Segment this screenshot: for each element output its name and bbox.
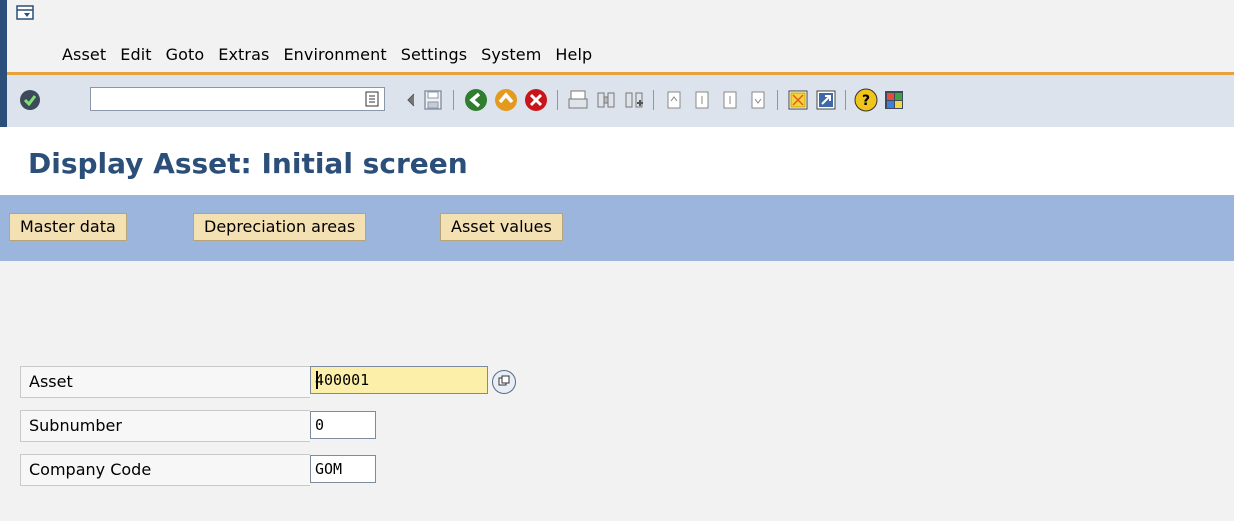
- subnumber-value: 0: [315, 416, 325, 434]
- company-code-value: GOM: [315, 460, 343, 478]
- subnumber-label: Subnumber: [20, 410, 310, 442]
- subnumber-input[interactable]: 0: [310, 411, 376, 439]
- menu-bar: Asset Edit Goto Extras Environment Setti…: [7, 0, 1234, 72]
- window-frame: [0, 0, 7, 130]
- asset-value: 400001: [315, 371, 370, 389]
- standard-toolbar: ?: [7, 75, 1234, 128]
- command-history-icon[interactable]: [362, 88, 382, 110]
- toolbar-separator: [653, 90, 654, 110]
- first-page-icon[interactable]: [661, 87, 687, 113]
- find-next-icon[interactable]: [621, 87, 647, 113]
- text-cursor: [316, 371, 318, 389]
- next-page-icon[interactable]: [717, 87, 743, 113]
- print-icon[interactable]: [565, 87, 591, 113]
- application-toolbar: Master data Depreciation areas Asset val…: [0, 195, 1234, 261]
- menu-edit[interactable]: Edit: [120, 45, 151, 64]
- menu-settings[interactable]: Settings: [401, 45, 467, 64]
- toolbar-separator: [453, 90, 454, 110]
- create-shortcut-icon[interactable]: [813, 87, 839, 113]
- menu-extras[interactable]: Extras: [218, 45, 269, 64]
- menu-goto[interactable]: Goto: [166, 45, 205, 64]
- page-title: Display Asset: Initial screen: [28, 147, 468, 180]
- toolbar-separator: [557, 90, 558, 110]
- back-icon[interactable]: [463, 87, 489, 113]
- find-icon[interactable]: [593, 87, 619, 113]
- cancel-icon[interactable]: [523, 87, 549, 113]
- create-session-icon[interactable]: [785, 87, 811, 113]
- master-data-button[interactable]: Master data: [9, 213, 127, 241]
- menu-help[interactable]: Help: [555, 45, 592, 64]
- asset-input[interactable]: 400001: [310, 366, 488, 394]
- company-code-input[interactable]: GOM: [310, 455, 376, 483]
- help-icon[interactable]: ?: [853, 87, 879, 113]
- asset-label: Asset: [20, 366, 310, 398]
- customize-layout-icon[interactable]: [881, 87, 907, 113]
- toolbar-separator: [777, 90, 778, 110]
- matchcode-icon[interactable]: [492, 370, 516, 394]
- menu-asset[interactable]: Asset: [62, 45, 106, 64]
- toolbar-separator: [845, 90, 846, 110]
- menu-system[interactable]: System: [481, 45, 541, 64]
- asset-values-button[interactable]: Asset values: [440, 213, 563, 241]
- svg-text:?: ?: [862, 93, 870, 109]
- menu-environment[interactable]: Environment: [283, 45, 386, 64]
- save-icon[interactable]: [420, 87, 446, 113]
- enter-icon[interactable]: [17, 87, 43, 113]
- system-menu-icon[interactable]: [15, 4, 37, 22]
- company-code-label: Company Code: [20, 454, 310, 486]
- previous-page-icon[interactable]: [689, 87, 715, 113]
- last-page-icon[interactable]: [745, 87, 771, 113]
- depreciation-areas-button[interactable]: Depreciation areas: [193, 213, 367, 241]
- command-field[interactable]: [90, 87, 385, 111]
- exit-icon[interactable]: [493, 87, 519, 113]
